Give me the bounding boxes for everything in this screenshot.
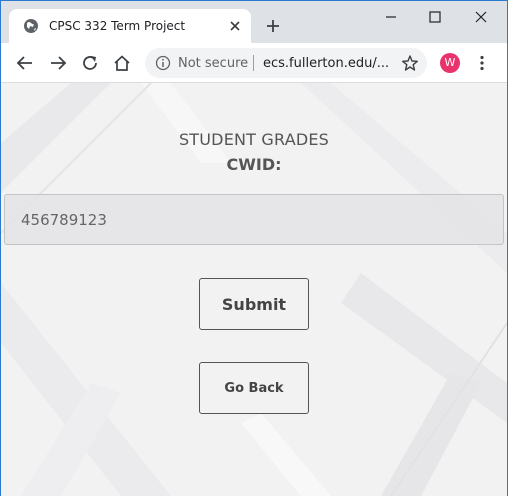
minimize-icon[interactable] [381, 9, 401, 25]
profile-avatar[interactable]: W [440, 53, 460, 73]
close-icon[interactable] [227, 18, 243, 34]
address-divider [253, 55, 254, 71]
window-close-icon[interactable] [471, 9, 491, 25]
browser-toolbar: Not secure ecs.fullerton.edu/... W [1, 43, 507, 83]
page-title: STUDENT GRADES [178, 130, 330, 149]
cwid-label: CWID: [226, 155, 282, 174]
arrow-left-icon[interactable] [16, 54, 34, 72]
kebab-menu-icon[interactable] [473, 54, 491, 72]
maximize-icon[interactable] [425, 9, 445, 25]
tab-strip: CPSC 332 Term Project [1, 1, 507, 43]
browser-window: CPSC 332 Term Project Not secure ecs.ful… [0, 0, 508, 496]
security-label: Not secure [178, 56, 249, 71]
cwid-input[interactable] [4, 194, 504, 245]
globe-icon [24, 19, 38, 33]
home-icon[interactable] [113, 54, 131, 72]
arrow-right-icon[interactable] [49, 54, 67, 72]
submit-button[interactable]: Submit [199, 278, 309, 330]
address-bar[interactable]: Not secure ecs.fullerton.edu/... [145, 48, 427, 78]
url-text[interactable]: ecs.fullerton.edu/... [263, 56, 389, 71]
info-icon[interactable] [155, 55, 171, 71]
tab-title: CPSC 332 Term Project [49, 19, 186, 33]
active-tab[interactable]: CPSC 332 Term Project [9, 9, 251, 43]
page-content: STUDENT GRADES CWID: Submit Go Back [1, 83, 507, 496]
plus-icon[interactable] [265, 18, 281, 34]
star-icon[interactable] [401, 54, 419, 72]
reload-icon[interactable] [81, 54, 99, 72]
go-back-button[interactable]: Go Back [199, 362, 309, 414]
